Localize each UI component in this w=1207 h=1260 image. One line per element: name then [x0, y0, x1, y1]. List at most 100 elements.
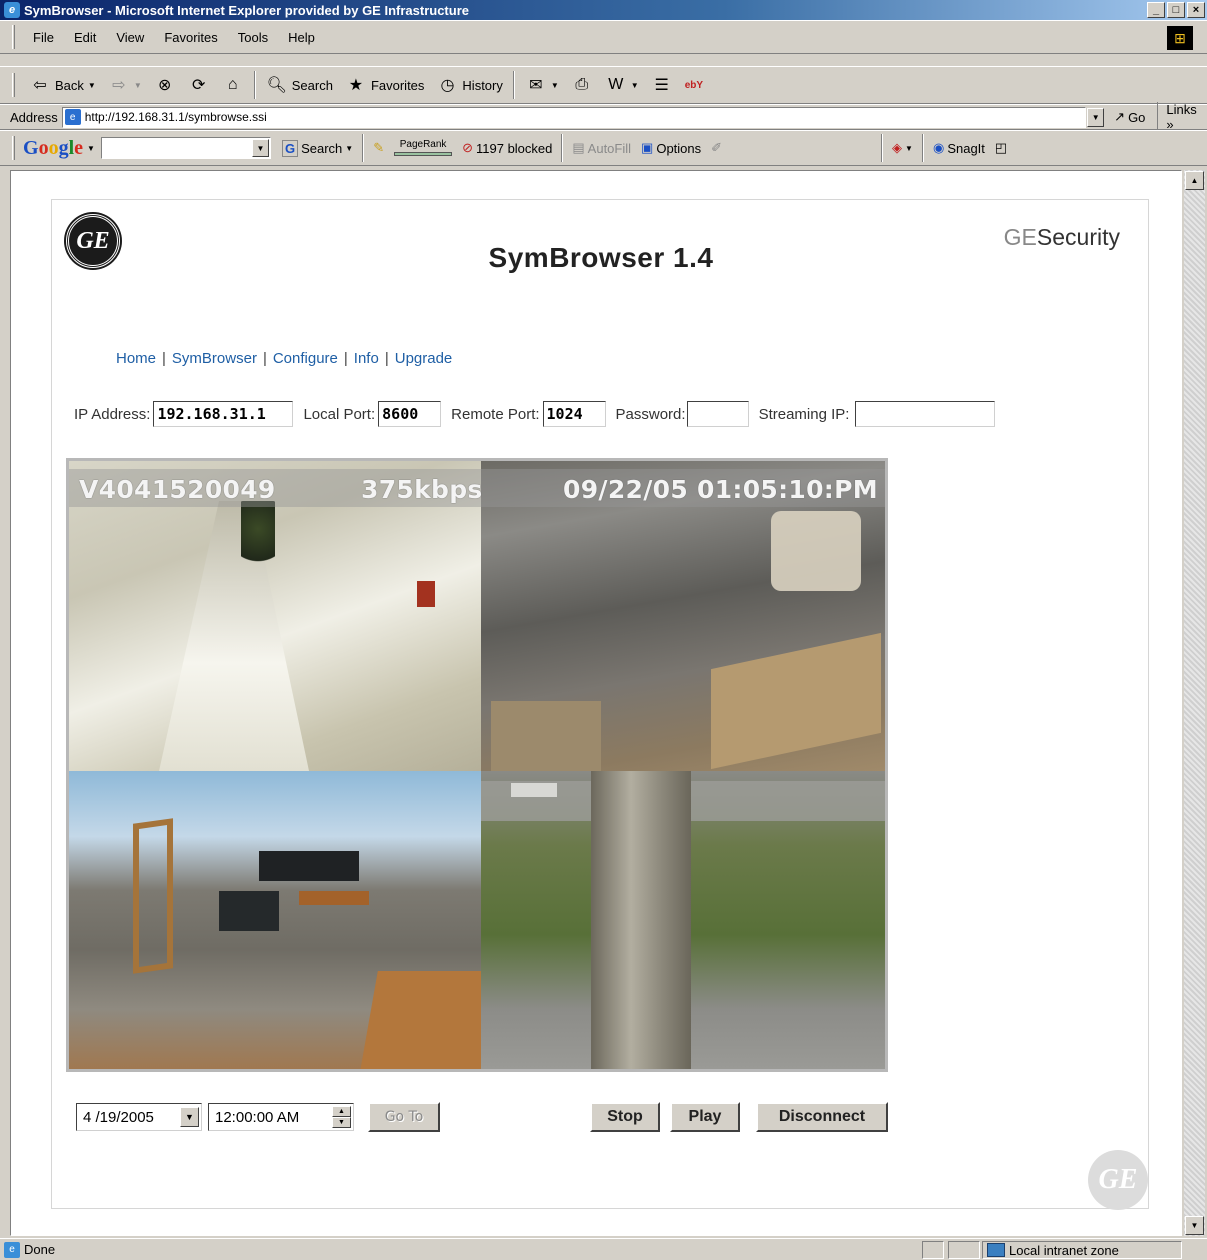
time-picker[interactable]: 12:00:00 AM ▲ ▼ [208, 1103, 354, 1131]
forward-button[interactable]: ⇨ ▼ [102, 70, 148, 100]
remote-port-input[interactable] [542, 401, 606, 427]
history-icon: ◷ [440, 77, 455, 94]
nav-info[interactable]: Info [354, 350, 379, 367]
status-pane [922, 1241, 944, 1259]
history-button[interactable]: ◷ History [430, 70, 508, 100]
brand-security: Security [1036, 224, 1120, 250]
mail-button[interactable]: ✉ ▼ [519, 70, 565, 100]
menu-favorites[interactable]: Favorites [154, 30, 227, 45]
timestamp-overlay: 09/22/05 01:05:10:PM [563, 475, 878, 504]
ie-icon: e [4, 2, 20, 18]
nav-configure[interactable]: Configure [273, 350, 338, 367]
wrapped-pallet [771, 511, 861, 591]
stop-button[interactable]: ⊗ [148, 70, 182, 100]
goto-button[interactable]: Go To [368, 1102, 440, 1132]
local-port-input[interactable] [378, 401, 442, 427]
nav-upgrade[interactable]: Upgrade [395, 350, 453, 367]
menu-tools[interactable]: Tools [228, 30, 278, 45]
streaming-ip-input[interactable] [855, 401, 996, 427]
google-search-dropdown[interactable]: ▼ [251, 139, 269, 157]
google-logo[interactable]: Google [23, 137, 83, 160]
hallway-floor [159, 501, 309, 771]
camera-feed-warehouse[interactable] [481, 461, 885, 771]
refresh-icon: ⟳ [192, 77, 206, 94]
chevron-down-icon: ▼ [133, 80, 142, 90]
window-titlebar: e SymBrowser - Microsoft Internet Explor… [0, 0, 1207, 20]
history-label: History [462, 77, 503, 93]
sofa [259, 851, 359, 881]
pagerank-indicator[interactable]: PageRank [389, 140, 457, 156]
snagit-button[interactable]: ◉ SnagIt [928, 140, 990, 156]
search-button[interactable]: 🔍︎ Search [260, 70, 339, 100]
glass-door [133, 818, 173, 974]
scroll-up-icon[interactable]: ▲ [1185, 171, 1204, 190]
back-button[interactable]: ⇦ Back ▼ [23, 70, 102, 100]
translate-button[interactable]: ◈ ▼ [887, 140, 918, 156]
address-input[interactable]: e http://192.168.31.1/symbrowse.ssi [61, 106, 1087, 128]
play-button[interactable]: Play [670, 1102, 740, 1132]
plant [241, 501, 275, 571]
playback-controls: 4 /19/2005 ▼ 12:00:00 AM ▲ ▼ Go To Stop … [76, 1102, 888, 1132]
menu-help[interactable]: Help [278, 30, 325, 45]
date-dropdown-button[interactable]: ▼ [180, 1107, 199, 1127]
google-toolbar: Google ▼ ▼ G Search ▼ ✎ PageRank ⊘ 1197 … [0, 130, 1207, 166]
autofill-button[interactable]: ▤ AutoFill [567, 140, 636, 156]
maximize-button[interactable]: □ [1167, 2, 1185, 18]
disconnect-button[interactable]: Disconnect [756, 1102, 888, 1132]
highlight-button[interactable]: ✎ [368, 140, 389, 156]
toolbar-grip[interactable] [12, 25, 15, 49]
date-picker[interactable]: 4 /19/2005 ▼ [76, 1103, 202, 1131]
snagit-icon: ◉ [932, 140, 945, 155]
popup-blocker-button[interactable]: ⊘ 1197 blocked [457, 140, 557, 156]
video-viewer[interactable]: V4041520049 375kbps 09/22/05 01:05:10:PM [66, 458, 888, 1072]
close-button[interactable]: × [1187, 2, 1205, 18]
google-search-button[interactable]: G Search ▼ [277, 139, 358, 157]
nav-symbrowser[interactable]: SymBrowser [172, 350, 257, 367]
camera-feed-hallway[interactable] [69, 461, 481, 771]
menu-view[interactable]: View [106, 30, 154, 45]
discuss-button[interactable]: ☰ [645, 70, 679, 100]
menu-file[interactable]: File [23, 30, 64, 45]
scroll-down-icon[interactable]: ▼ [1185, 1216, 1204, 1235]
options-label: Options [656, 140, 702, 156]
nav-home[interactable]: Home [116, 350, 156, 367]
spin-up-icon[interactable]: ▲ [332, 1106, 351, 1117]
status-bar: e Done Local intranet zone [0, 1238, 1207, 1260]
address-url: http://192.168.31.1/symbrowse.ssi [84, 110, 267, 124]
camera-feed-lobby[interactable] [69, 771, 481, 1069]
printer-icon: ⎙ [575, 76, 589, 93]
symbrowser-panel: GE SymBrowser 1.4 GESecurity Home | SymBro… [51, 199, 1149, 1210]
brand-ge: GE [1003, 224, 1037, 250]
links-button[interactable]: Links » [1157, 102, 1207, 132]
pagerank-label: PageRank [399, 139, 447, 150]
home-button[interactable]: ⌂ [216, 70, 250, 100]
stop-playback-button[interactable]: Stop [590, 1102, 660, 1132]
password-label: Password: [615, 405, 686, 423]
snagit-label: SnagIt [947, 140, 985, 156]
ip-address-input[interactable] [153, 401, 294, 427]
google-search-input[interactable]: ▼ [100, 137, 271, 159]
options-button[interactable]: ▣ Options [636, 140, 706, 156]
menu-edit[interactable]: Edit [64, 30, 106, 45]
time-spinner[interactable]: ▲ ▼ [332, 1106, 351, 1128]
pen-button[interactable]: ✐ [706, 140, 727, 156]
refresh-button[interactable]: ⟳ [182, 70, 216, 100]
favorites-button[interactable]: ★ Favorites [339, 70, 430, 100]
print-button[interactable]: ⎙ [565, 70, 599, 100]
address-dropdown-button[interactable]: ▼ [1087, 107, 1105, 127]
camera-feed-street[interactable] [481, 771, 885, 1069]
minimize-button[interactable]: _ [1147, 2, 1165, 18]
toolbar-grip[interactable] [12, 136, 15, 160]
spin-down-icon[interactable]: ▼ [332, 1117, 351, 1128]
toolbar-separator [362, 134, 365, 162]
zone-label: Local intranet zone [1009, 1242, 1119, 1258]
ebay-button[interactable]: ebY [679, 70, 709, 100]
vertical-scrollbar[interactable]: ▲ ▼ [1184, 170, 1205, 1236]
window-title: SymBrowser - Microsoft Internet Explorer… [24, 2, 469, 18]
search-icon: 🔍︎ [266, 77, 287, 94]
capture-window-button[interactable]: ◰ [990, 140, 1012, 156]
go-button[interactable]: ↗ Go [1114, 109, 1145, 125]
toolbar-grip[interactable] [12, 73, 15, 97]
password-input[interactable] [686, 401, 749, 427]
edit-button[interactable]: W ▼ [599, 70, 645, 100]
